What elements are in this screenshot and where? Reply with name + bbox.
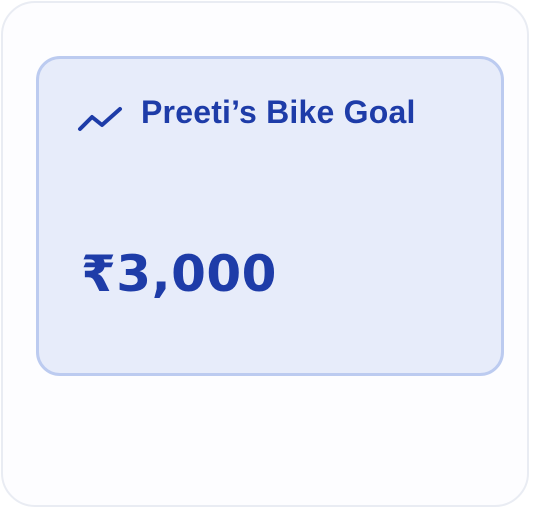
goal-card[interactable]: Preeti’s Bike Goal ₹3,000 [36,56,504,376]
goal-amount: ₹3,000 [81,245,277,303]
goal-header: Preeti’s Bike Goal [76,85,416,139]
goal-title: Preeti’s Bike Goal [141,93,416,130]
trend-up-icon [76,99,124,139]
outer-card: Preeti’s Bike Goal ₹3,000 [1,1,529,507]
